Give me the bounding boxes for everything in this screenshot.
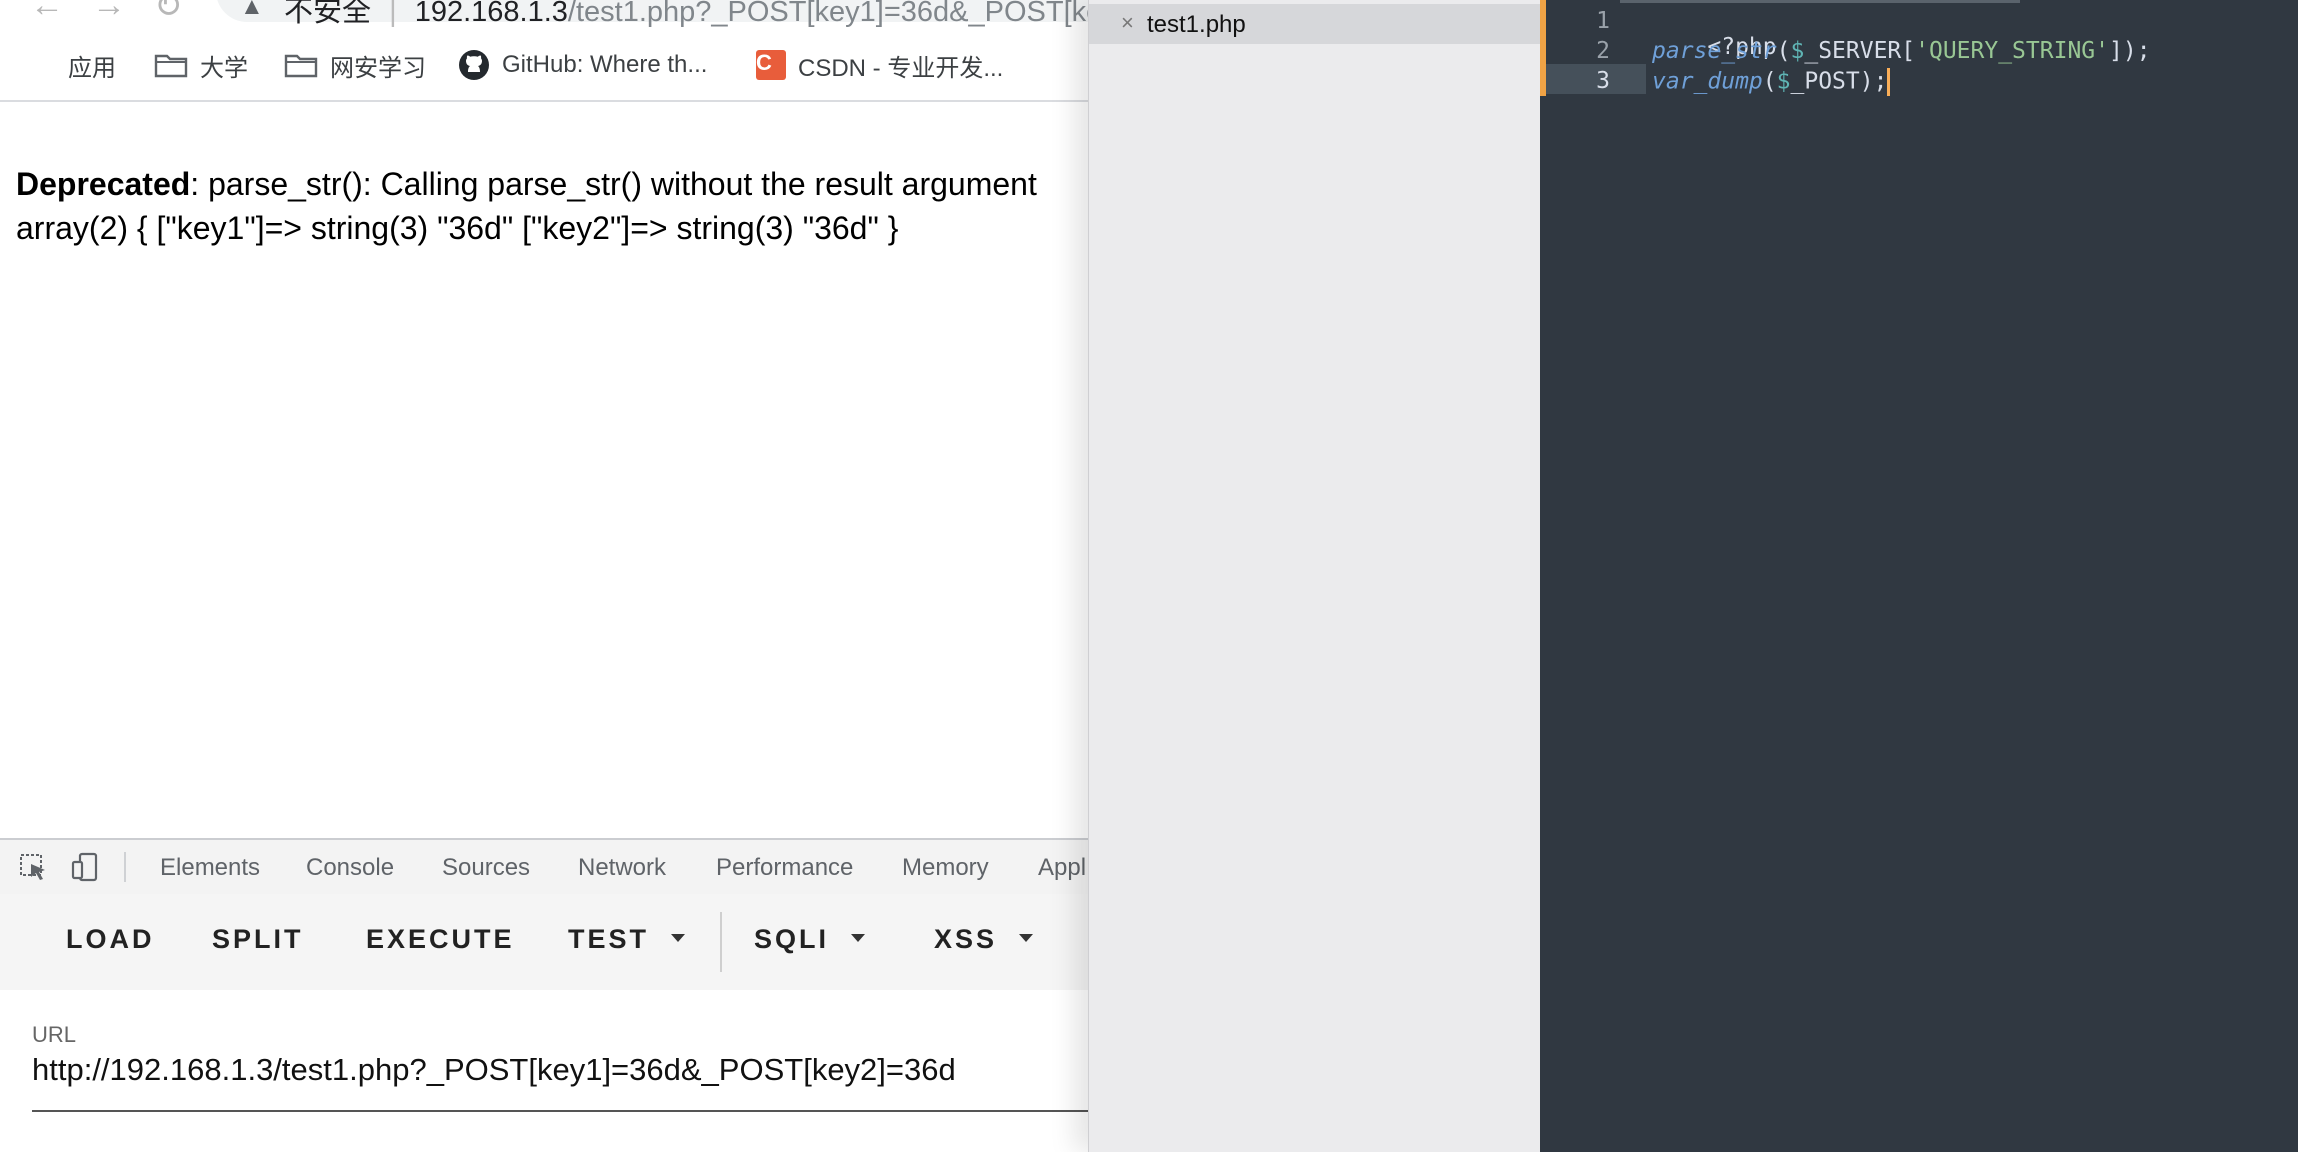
tab-network[interactable]: Network	[578, 854, 666, 882]
code-token: var_dump	[1652, 68, 1763, 95]
deprecated-message: : parse_str(): Calling parse_str() witho…	[190, 166, 1037, 202]
tab-strip-edge	[1620, 0, 2020, 3]
bookmark-daxue[interactable]: 大学	[154, 48, 248, 82]
code-token: (	[1776, 38, 1791, 64]
hackbar-divider	[720, 912, 722, 972]
deprecated-line: Deprecated: parse_str(): Calling parse_s…	[16, 162, 1037, 206]
code-token: $	[1790, 38, 1805, 64]
execute-button[interactable]: EXECUTE	[366, 924, 515, 955]
caret-down-icon	[1019, 933, 1034, 942]
bookmark-csdn[interactable]: C CSDN - 专业开发...	[756, 48, 1003, 82]
line-number-active: 3	[1596, 68, 1610, 94]
tab-performance[interactable]: Performance	[716, 854, 853, 882]
hackbar-toolbar: LOAD SPLIT EXECUTE TEST SQLI XSS	[0, 894, 1088, 990]
test-label: TEST	[568, 924, 650, 954]
device-toolbar-icon[interactable]	[70, 852, 100, 882]
editor-sidebar: × test1.php	[1088, 0, 1541, 1152]
security-label: 不安全	[284, 0, 372, 28]
line-number: 2	[1596, 38, 1610, 64]
code-token: parse_str	[1652, 38, 1777, 64]
devtools-tab-bar: Elements Console Sources Network Perform…	[0, 838, 1088, 896]
bookmarks-bar: 应用 大学 网安学习 GitHub: Where th... C CSDN - …	[0, 40, 1088, 90]
caret-down-icon	[851, 933, 866, 942]
warning-triangle-icon[interactable]: ▲	[240, 0, 264, 21]
var-dump-output: array(2) { ["key1"]=> string(3) "36d" ["…	[16, 210, 899, 246]
address-text[interactable]: 不安全 | 192.168.1.3/test1.php?_POST[key1]=…	[284, 0, 1088, 30]
code-line-2[interactable]: parse_str($_SERVER['QUERY_STRING']);	[1652, 38, 2151, 64]
tab-memory[interactable]: Memory	[902, 854, 989, 882]
code-token: 'QUERY_STRING'	[1915, 38, 2109, 64]
bookmark-label: GitHub: Where th...	[502, 51, 708, 78]
code-token: ]);	[2109, 38, 2151, 64]
code-line-3[interactable]: var_dump($_POST);	[1652, 68, 1891, 96]
address-separator: |	[389, 0, 397, 28]
sqli-dropdown[interactable]: SQLI	[754, 924, 866, 955]
toolbar: ← → ↻ ▲ 不安全 | 192.168.1.3/test1.php?_POS…	[0, 0, 1088, 28]
code-editor[interactable]: 1 2 3 <?php parse_str($_SERVER['QUERY_ST…	[1540, 0, 2298, 1152]
reload-icon[interactable]: ↻	[154, 0, 183, 26]
bookmark-apps[interactable]: 应用	[30, 48, 116, 82]
toolbar-divider	[0, 100, 1088, 102]
url-field-underline	[32, 1110, 1088, 1112]
back-arrow-icon[interactable]: ←	[30, 0, 64, 25]
tab-console[interactable]: Console	[306, 854, 394, 882]
code-token: _SERVER[	[1804, 38, 1916, 64]
forward-arrow-icon[interactable]: →	[92, 0, 126, 25]
code-token: (	[1762, 68, 1777, 95]
bookmark-label: 网安学习	[330, 54, 426, 82]
xss-dropdown[interactable]: XSS	[934, 924, 1034, 955]
split-button[interactable]: SPLIT	[212, 924, 304, 955]
bookmark-label: CSDN - 专业开发...	[798, 54, 1004, 82]
load-button[interactable]: LOAD	[66, 924, 155, 955]
page-content: Deprecated: parse_str(): Calling parse_s…	[16, 162, 1037, 250]
browser-window: ← → ↻ ▲ 不安全 | 192.168.1.3/test1.php?_POS…	[0, 0, 1088, 1152]
deprecated-label: Deprecated	[16, 166, 191, 202]
folder-icon	[284, 54, 318, 78]
address-host: 192.168.1.3	[414, 0, 568, 28]
csdn-icon: C	[756, 50, 786, 80]
close-icon[interactable]: ×	[1121, 10, 1134, 36]
address-path: /test1.php?_POST[key1]=36d&_POST[ke	[567, 0, 1088, 28]
caret-down-icon	[671, 933, 686, 942]
inspect-element-icon[interactable]	[18, 852, 48, 882]
bookmark-wangan[interactable]: 网安学习	[284, 48, 426, 82]
bookmark-label: 应用	[68, 54, 116, 82]
github-icon	[459, 50, 489, 80]
bookmark-label: 大学	[200, 54, 248, 82]
code-token: _POST);	[1790, 68, 1888, 95]
bookmark-github[interactable]: GitHub: Where th...	[458, 48, 707, 82]
open-file-item[interactable]: × test1.php	[1089, 4, 1541, 44]
apps-grid-icon	[30, 52, 56, 78]
url-field[interactable]: http://192.168.1.3/test1.php?_POST[key1]…	[32, 1052, 956, 1088]
code-token: $	[1776, 68, 1791, 95]
devtools-divider	[124, 852, 126, 882]
xss-label: XSS	[934, 924, 998, 954]
tab-sources[interactable]: Sources	[442, 854, 530, 882]
open-file-name: test1.php	[1147, 11, 1246, 38]
test-dropdown[interactable]: TEST	[568, 924, 686, 955]
tab-elements[interactable]: Elements	[160, 854, 260, 882]
line-number: 1	[1596, 8, 1610, 34]
folder-icon	[154, 54, 188, 78]
sqli-label: SQLI	[754, 924, 830, 954]
tab-application[interactable]: Appl	[1038, 854, 1086, 882]
text-cursor	[1887, 68, 1891, 96]
url-field-label: URL	[32, 1022, 77, 1047]
